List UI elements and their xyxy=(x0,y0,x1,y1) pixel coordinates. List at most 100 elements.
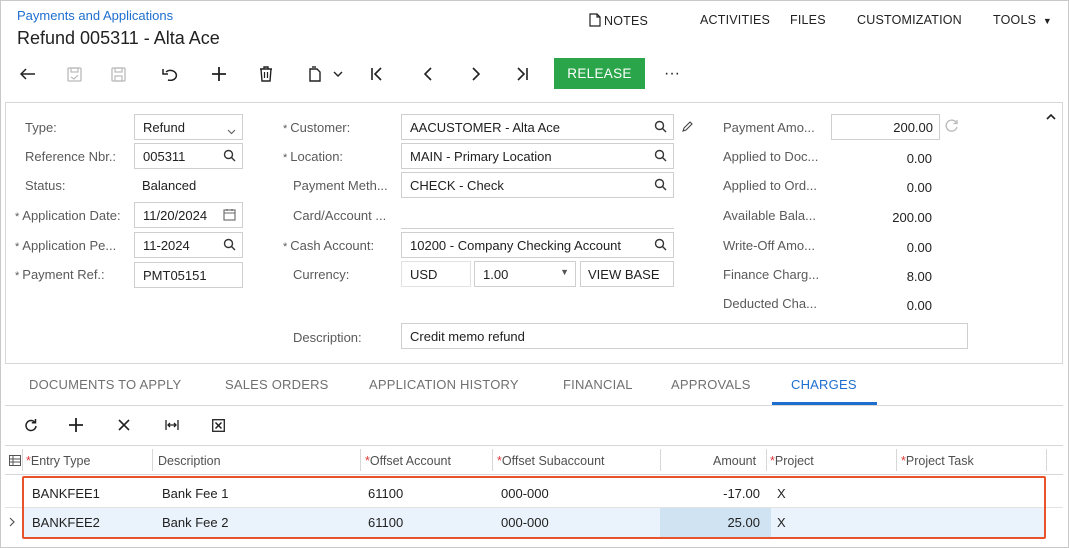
column-separator xyxy=(492,449,493,471)
add-row-icon[interactable] xyxy=(65,414,87,436)
column-separator xyxy=(22,449,23,471)
col-description[interactable]: Description xyxy=(158,454,221,468)
writeoff-value: 0.00 xyxy=(906,240,932,255)
type-select[interactable]: Refund xyxy=(134,114,243,140)
currency-rate-select[interactable]: 1.00 ▼ xyxy=(474,261,576,287)
first-record-icon[interactable] xyxy=(363,60,391,88)
refresh-icon[interactable] xyxy=(20,414,42,436)
search-icon xyxy=(654,149,667,165)
location-value: MAIN - Primary Location xyxy=(410,148,552,164)
tab-sales-orders[interactable]: SALES ORDERS xyxy=(225,377,329,392)
description-label: Description: xyxy=(293,330,362,345)
applied-doc-value: 0.00 xyxy=(906,151,932,166)
release-button[interactable]: RELEASE xyxy=(554,58,645,89)
card-account-input[interactable] xyxy=(401,228,674,229)
required-marker: * xyxy=(283,241,288,253)
tools-menu[interactable]: TOOLS ▼ xyxy=(993,13,1052,27)
applied-doc-label: Applied to Doc... xyxy=(723,149,819,164)
currency-value: USD xyxy=(410,266,438,282)
card-account-label: Card/Account ... xyxy=(293,208,387,223)
customization-button[interactable]: CUSTOMIZATION xyxy=(857,13,962,27)
active-tab-indicator xyxy=(772,402,877,405)
more-actions-button[interactable]: ··· xyxy=(658,60,686,88)
tab-divider xyxy=(5,405,1063,406)
currency-label: Currency: xyxy=(293,267,350,282)
description-input[interactable]: Credit memo refund xyxy=(401,323,968,349)
highlight-box xyxy=(22,476,1046,539)
copy-paste-icon[interactable] xyxy=(300,60,328,88)
col-project[interactable]: *Project xyxy=(770,454,814,468)
customer-label: * Customer: xyxy=(283,120,350,135)
collapse-icon[interactable] xyxy=(1046,108,1056,123)
chevron-down-icon xyxy=(227,123,236,138)
payment-amount-input[interactable]: 200.00 xyxy=(831,114,940,140)
export-excel-icon[interactable] xyxy=(207,414,229,436)
reference-nbr-input[interactable]: 005311 xyxy=(134,143,243,169)
tab-charges[interactable]: CHARGES xyxy=(791,377,857,392)
application-date-input[interactable]: 11/20/2024 xyxy=(134,202,243,228)
column-separator xyxy=(660,449,661,471)
application-period-value: 11-2024 xyxy=(143,237,190,253)
finance-charges-value: 8.00 xyxy=(906,269,932,284)
application-date-label: * Application Date: xyxy=(15,208,121,223)
application-date-value: 11/20/2024 xyxy=(143,207,208,223)
next-record-icon[interactable] xyxy=(462,60,490,88)
breadcrumb[interactable]: Payments and Applications xyxy=(17,8,173,23)
column-separator xyxy=(766,449,767,471)
applied-ord-label: Applied to Ord... xyxy=(723,178,817,193)
reference-nbr-value: 005311 xyxy=(143,148,186,164)
payment-ref-input[interactable]: PMT05151 xyxy=(134,262,243,288)
currency-input[interactable]: USD xyxy=(401,261,471,287)
tab-application-history[interactable]: APPLICATION HISTORY xyxy=(369,377,519,392)
customer-label-text: Customer: xyxy=(290,120,351,135)
cash-account-label-text: Cash Account: xyxy=(290,238,375,253)
back-icon[interactable] xyxy=(14,60,42,88)
notes-icon xyxy=(589,13,601,30)
col-offset-subaccount[interactable]: *Offset Subaccount xyxy=(497,454,605,468)
required-marker: * xyxy=(283,152,288,164)
caret-down-icon: ▼ xyxy=(1042,16,1052,26)
col-offset-account[interactable]: *Offset Account xyxy=(365,454,451,468)
undo-icon[interactable] xyxy=(156,60,184,88)
fit-columns-icon[interactable] xyxy=(161,414,183,436)
application-date-label-text: Application Date: xyxy=(22,208,121,223)
column-separator xyxy=(1046,449,1047,471)
edit-icon[interactable] xyxy=(681,120,694,136)
save-close-icon[interactable] xyxy=(60,60,88,88)
chevron-right-icon xyxy=(9,515,15,530)
last-record-icon[interactable] xyxy=(508,60,536,88)
application-period-label-text: Application Pe... xyxy=(22,238,117,253)
col-entry-type-label: Entry Type xyxy=(30,454,91,468)
delete-icon[interactable] xyxy=(252,60,280,88)
activities-button[interactable]: ACTIVITIES xyxy=(700,13,770,27)
status-label: Status: xyxy=(25,178,66,193)
location-input[interactable]: MAIN - Primary Location xyxy=(401,143,674,169)
delete-row-icon[interactable] xyxy=(113,414,135,436)
previous-record-icon[interactable] xyxy=(414,60,442,88)
payment-amount-label: Payment Amo... xyxy=(723,120,815,135)
refresh-icon[interactable] xyxy=(944,118,960,137)
column-separator xyxy=(896,449,897,471)
add-icon[interactable] xyxy=(205,60,233,88)
col-project-task-label: Project Task xyxy=(905,454,974,468)
customer-input[interactable]: AACUSTOMER - Alta Ace xyxy=(401,114,674,140)
col-entry-type[interactable]: *Entry Type xyxy=(26,454,90,468)
tab-financial[interactable]: FINANCIAL xyxy=(563,377,633,392)
application-period-input[interactable]: 11-2024 xyxy=(134,232,243,258)
row-selector-icon[interactable] xyxy=(9,454,21,469)
view-base-button[interactable]: VIEW BASE xyxy=(580,261,674,287)
required-marker: * xyxy=(283,123,288,135)
col-amount[interactable]: Amount xyxy=(713,454,756,468)
col-project-task[interactable]: *Project Task xyxy=(901,454,974,468)
tab-approvals[interactable]: APPROVALS xyxy=(671,377,751,392)
notes-button[interactable]: NOTES xyxy=(589,13,648,30)
files-button[interactable]: FILES xyxy=(790,13,826,27)
chevron-down-icon[interactable] xyxy=(328,60,348,88)
payment-method-input[interactable]: CHECK - Check xyxy=(401,172,674,198)
caret-down-icon: ▼ xyxy=(560,267,569,277)
cash-account-input[interactable]: 10200 - Company Checking Account xyxy=(401,232,674,258)
cash-account-value: 10200 - Company Checking Account xyxy=(410,237,622,253)
save-icon[interactable] xyxy=(104,60,132,88)
tab-documents-to-apply[interactable]: DOCUMENTS TO APPLY xyxy=(29,377,181,392)
deducted-charges-label: Deducted Cha... xyxy=(723,296,817,311)
